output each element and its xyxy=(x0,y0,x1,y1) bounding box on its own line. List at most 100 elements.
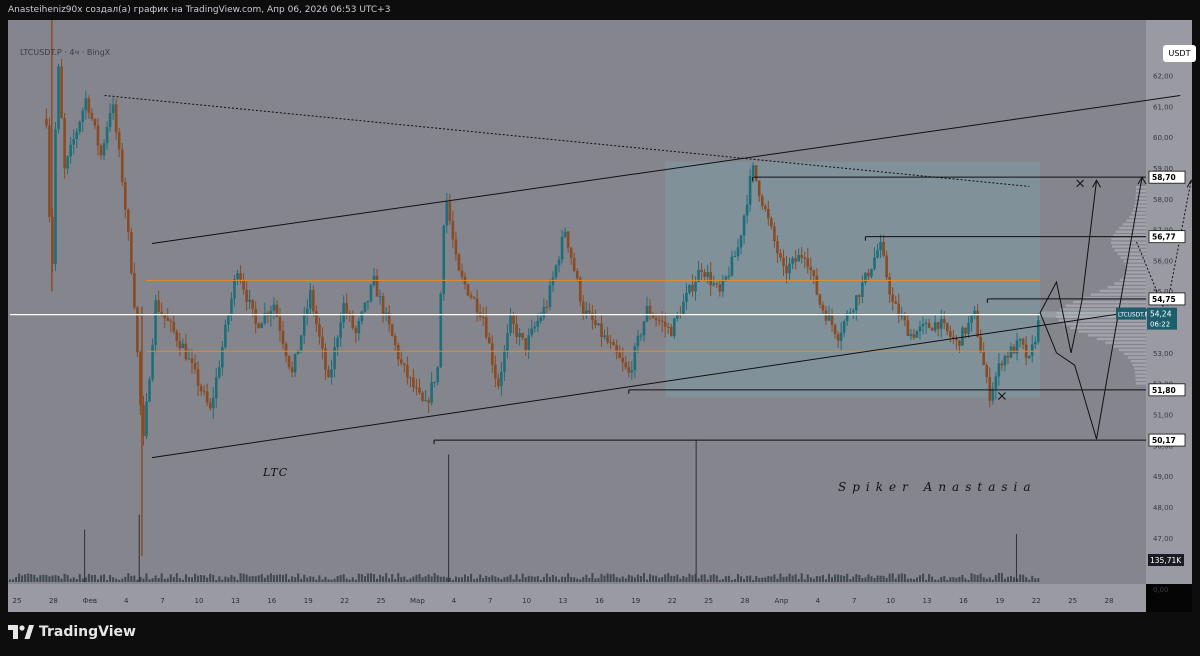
candle-body xyxy=(718,284,722,292)
candle-body xyxy=(842,321,846,333)
candle-body xyxy=(694,281,697,292)
volume-bar xyxy=(181,579,184,582)
volume-bar xyxy=(997,573,1000,582)
volume-bar xyxy=(121,578,124,582)
candle-body xyxy=(102,143,106,156)
candle-body xyxy=(685,292,688,302)
candle-body xyxy=(521,333,524,339)
volume-bar xyxy=(345,578,348,582)
candle-body xyxy=(214,377,218,398)
volume-bar xyxy=(169,574,172,582)
volume-profile-bar xyxy=(1131,212,1146,215)
candle-body xyxy=(66,156,69,169)
volume-bar xyxy=(454,576,457,582)
currency-button[interactable]: USDT xyxy=(1163,45,1196,62)
volume-bar xyxy=(191,577,193,582)
candle-body xyxy=(830,314,834,325)
volume-bar xyxy=(906,578,909,582)
volume-bar xyxy=(828,573,830,582)
volume-bar xyxy=(767,575,770,582)
candle-body xyxy=(839,332,843,341)
volume-bar xyxy=(903,573,906,582)
price-chart[interactable]: 62,0061,0060,0059,0058,0057,0056,0055,00… xyxy=(8,20,1192,612)
candle-body xyxy=(660,320,664,322)
x-tick-label: 10 xyxy=(522,597,531,605)
candle-body xyxy=(836,334,840,341)
candle-body xyxy=(1030,344,1034,356)
volume-bar xyxy=(430,576,433,582)
candle-body xyxy=(551,277,555,286)
volume-bar xyxy=(245,574,248,582)
volume-bar xyxy=(100,575,102,582)
volume-bar xyxy=(761,577,764,582)
volume-bar xyxy=(691,575,694,582)
volume-bar xyxy=(206,577,209,582)
candle-body xyxy=(111,104,115,114)
x-tick-label: 25 xyxy=(377,597,386,605)
volume-bar xyxy=(718,579,721,582)
volume-bar xyxy=(621,576,624,582)
candle-body xyxy=(606,335,609,343)
volume-bar xyxy=(818,576,821,582)
candle-body xyxy=(906,320,910,336)
candle-body xyxy=(773,226,776,242)
volume-bar xyxy=(824,579,827,582)
volume-bar xyxy=(90,575,93,582)
volume-bar xyxy=(861,578,864,582)
candle-body xyxy=(858,295,861,297)
volume-profile-bar xyxy=(1133,367,1146,370)
tradingview-logo[interactable]: TradingView xyxy=(8,624,136,640)
volume-bar xyxy=(154,575,157,582)
volume-bar xyxy=(48,576,51,582)
candle-body xyxy=(967,322,970,334)
volume-bar xyxy=(515,574,518,582)
volume-bar xyxy=(958,576,961,582)
volume-bar xyxy=(618,578,621,582)
candle-body xyxy=(254,308,257,324)
volume-bar xyxy=(476,578,479,582)
volume-bar xyxy=(394,578,397,582)
volume-bar xyxy=(294,577,297,582)
candle-body xyxy=(633,346,637,371)
volume-bar xyxy=(576,578,579,582)
volume-bar xyxy=(69,578,72,582)
volume-bar xyxy=(970,573,973,582)
candle-body xyxy=(921,323,925,327)
candle-body xyxy=(503,350,506,372)
volume-bar xyxy=(54,575,57,582)
candle-body xyxy=(1006,355,1010,358)
x-tick-label: 10 xyxy=(195,597,204,605)
volume-bar xyxy=(843,575,846,582)
candle-body xyxy=(69,144,72,157)
candle-body xyxy=(439,294,443,368)
volume-bar xyxy=(127,573,130,582)
volume-bar xyxy=(703,574,706,582)
volume-bar xyxy=(388,578,391,582)
volume-bar xyxy=(776,578,779,582)
volume-bar xyxy=(366,573,369,582)
candle-body xyxy=(360,311,364,322)
candle-body xyxy=(600,323,603,338)
candle-body xyxy=(754,165,758,181)
volume-bar xyxy=(931,576,934,582)
volume-bar xyxy=(542,576,545,582)
volume-bar xyxy=(737,573,739,582)
volume-bar xyxy=(30,574,33,582)
volume-bar xyxy=(633,577,636,582)
volume-bar xyxy=(194,573,197,582)
volume-profile-bar xyxy=(1072,300,1146,304)
volume-bar xyxy=(1031,575,1034,582)
volume-bar xyxy=(740,576,743,582)
candle-body xyxy=(406,365,409,378)
symbol-legend[interactable]: LTCUSDT.P · 4ч · BingX xyxy=(20,48,110,57)
volume-bar xyxy=(821,575,824,582)
volume-bar xyxy=(1013,577,1016,582)
volume-bar xyxy=(1025,577,1028,582)
candle-body xyxy=(430,382,433,403)
candle-body xyxy=(988,376,992,401)
volume-bar xyxy=(940,576,943,582)
candle-body xyxy=(560,236,564,260)
candle-body xyxy=(578,278,582,302)
candle-body xyxy=(96,125,100,146)
chart-area[interactable]: 62,0061,0060,0059,0058,0057,0056,0055,00… xyxy=(8,20,1196,612)
